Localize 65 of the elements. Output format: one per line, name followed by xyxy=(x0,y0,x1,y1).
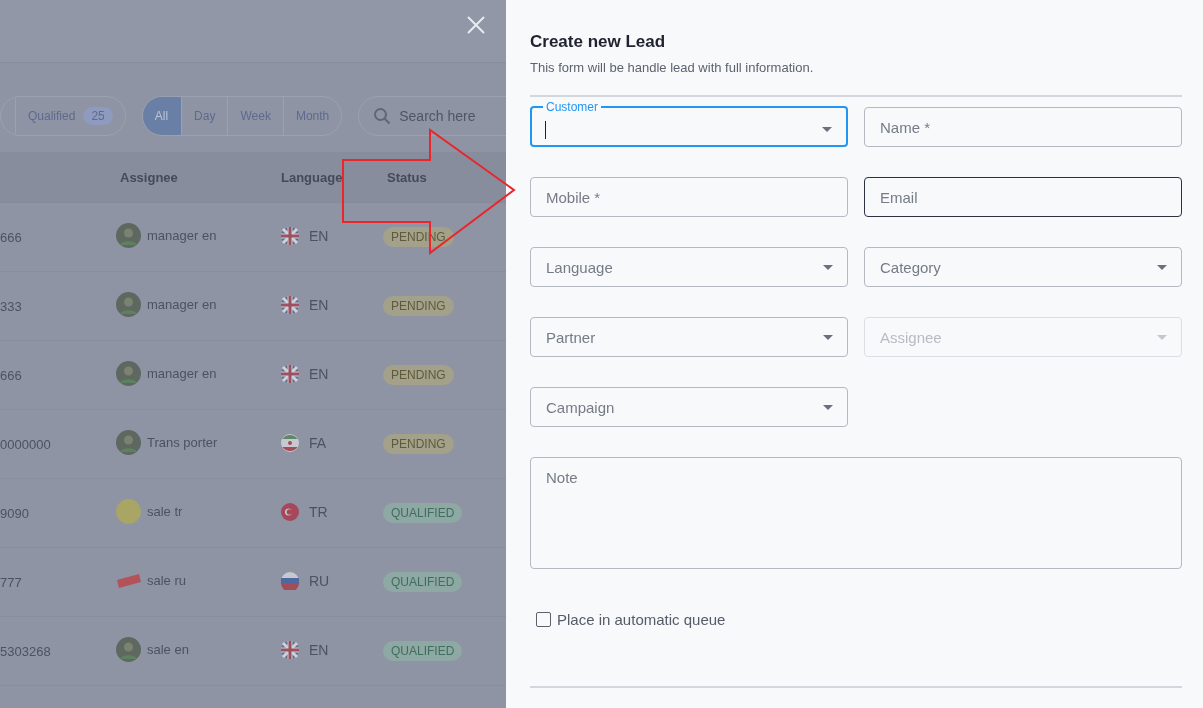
select-field[interactable]: Campaign xyxy=(530,387,848,427)
checkbox-label[interactable]: Place in automatic queue xyxy=(557,611,726,628)
flag-icon xyxy=(281,364,299,383)
language-code: RU xyxy=(309,572,330,589)
caret-icon xyxy=(823,264,833,270)
status-badge: QUALIFIED xyxy=(383,503,463,523)
assignee-name: manager en xyxy=(147,297,217,312)
select-field[interactable]: Category xyxy=(864,247,1182,287)
flag-icon xyxy=(281,640,299,659)
select-field: Assignee xyxy=(864,317,1182,357)
assignee-name: sale en xyxy=(147,642,189,657)
dialog-subtitle: This form will be handle lead with full information. xyxy=(530,60,815,75)
table-cell: 5303268 xyxy=(0,643,51,659)
column-header: Language xyxy=(281,169,343,185)
table-cell: 9090 xyxy=(0,505,29,521)
avatar-icon xyxy=(116,637,141,662)
caret-icon xyxy=(823,404,833,410)
avatar-icon xyxy=(116,430,141,455)
assignee-name: sale tr xyxy=(147,504,183,519)
language-code: EN xyxy=(309,296,329,313)
language-code: EN xyxy=(309,641,329,658)
input-field[interactable]: Email xyxy=(864,177,1182,217)
assignee-name: sale ru xyxy=(147,573,187,588)
select-field[interactable]: Customer xyxy=(530,100,848,147)
status-badge: PENDING xyxy=(383,296,454,316)
avatar-icon xyxy=(116,499,141,524)
flag-icon xyxy=(281,433,299,452)
note-field[interactable]: Note xyxy=(530,457,1182,569)
flag-icon xyxy=(281,226,299,245)
caret-icon xyxy=(1157,334,1167,340)
checkbox[interactable] xyxy=(536,612,551,627)
flag-icon xyxy=(281,571,299,590)
status-badge: QUALIFIED xyxy=(383,641,463,661)
status-badge: PENDING xyxy=(383,365,454,385)
language-code: TR xyxy=(309,503,328,520)
input-field[interactable]: Name * xyxy=(864,107,1182,147)
period-tab[interactable]: All xyxy=(142,97,182,135)
language-code: EN xyxy=(309,365,329,382)
table-cell: 333 xyxy=(0,298,22,314)
select-field[interactable]: Language xyxy=(530,247,848,287)
avatar-icon xyxy=(116,292,141,317)
dialog-title: Create new Lead xyxy=(530,32,667,52)
column-header: Assignee xyxy=(120,169,178,185)
assignee-name: Trans porter xyxy=(147,435,218,450)
search-icon xyxy=(373,107,392,125)
caret-icon xyxy=(823,334,833,340)
language-code: FA xyxy=(309,434,327,451)
avatar-icon xyxy=(116,361,141,386)
status-badge: QUALIFIED xyxy=(383,572,463,592)
flag-icon xyxy=(281,295,299,314)
caret-icon xyxy=(822,127,832,132)
table-cell: 0000000 xyxy=(0,436,51,452)
assignee-name: manager en xyxy=(147,228,217,243)
table-cell: 666 xyxy=(0,229,22,245)
assignee-name: manager en xyxy=(147,366,217,381)
column-header: Status xyxy=(387,169,427,185)
status-badge: PENDING xyxy=(383,434,454,454)
flag-icon xyxy=(281,502,299,521)
avatar-icon xyxy=(116,223,141,248)
select-field[interactable]: Partner xyxy=(530,317,848,357)
table-cell: 777 xyxy=(0,574,22,590)
table-cell: 666 xyxy=(0,367,22,383)
language-code: EN xyxy=(309,227,329,244)
input-field[interactable]: Mobile * xyxy=(530,177,848,217)
caret-icon xyxy=(1157,264,1167,270)
